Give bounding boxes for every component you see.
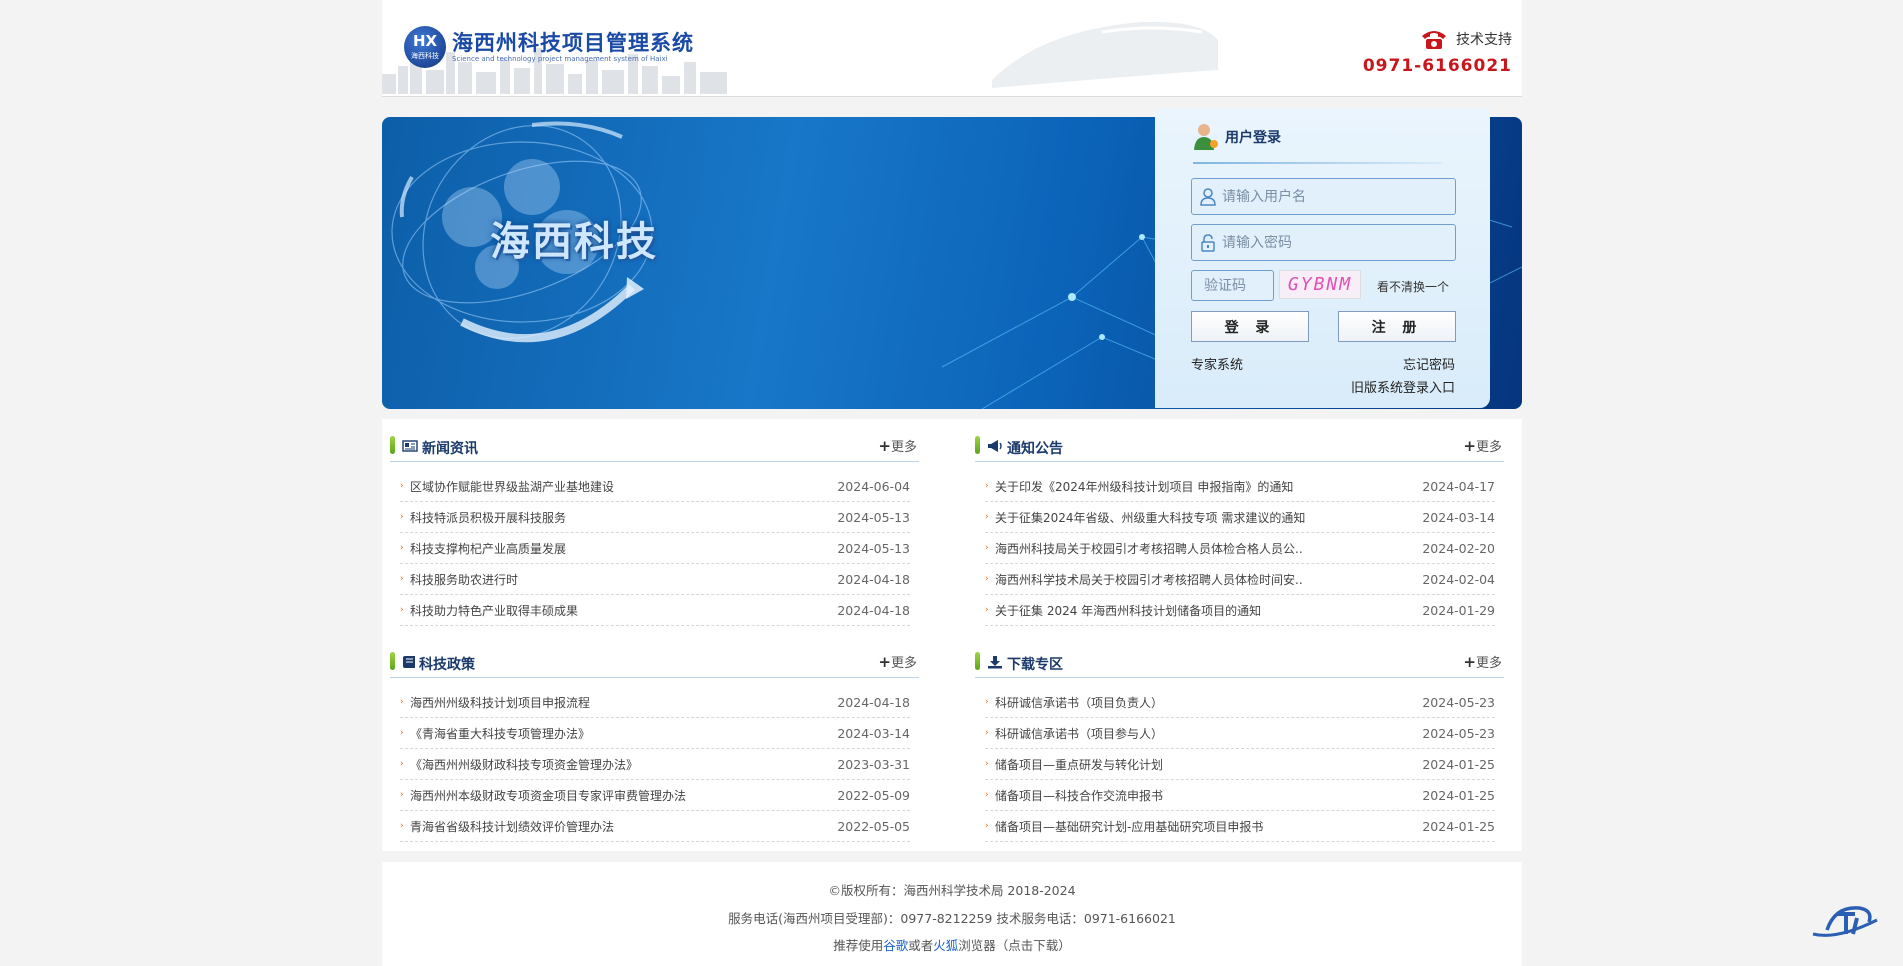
corner-emblem-icon (1812, 906, 1878, 937)
support-label: 技术支持 (1456, 32, 1512, 48)
site-footer: ©版权所有：海西州科学技术局 2018-2024 服务电话(海西州项目受理部)：… (382, 862, 1522, 966)
downloads-list: › 科研诚信承诺书（项目负责人） 2024-05-23 › 科研诚信承诺书（项目参与人… (985, 687, 1495, 842)
support-phone: 0971-6166021 (1362, 56, 1512, 76)
list-item[interactable]: › 区域协作赋能世界级盐湖产业基地建设 2024-06-04 (400, 471, 910, 502)
panel-title: 通知公告 (1007, 441, 1063, 457)
service-phone-text: 服务电话(海西州项目受理部)：0977-8212259 技术服务电话：0971-… (728, 911, 1176, 926)
panel-header: 下载专区 +更多 (975, 648, 1504, 678)
register-button[interactable]: 注 册 (1338, 311, 1456, 342)
policy-list: › 海西州州级科技计划项目申报流程 2024-04-18 › 《青海省重大科技专项管理… (400, 687, 910, 842)
captcha-field[interactable] (1191, 270, 1274, 301)
download-icon (988, 656, 1002, 669)
site-subtitle: Science and technology project managemen… (452, 54, 668, 63)
newspaper-icon (402, 440, 418, 452)
expert-system-link[interactable]: 专家系统 (1191, 354, 1243, 373)
list-item[interactable]: › 科技助力特色产业取得丰硕成果 2024-04-18 (400, 595, 910, 626)
lock-icon (1201, 233, 1215, 252)
login-panel: 用户登录 GYBNM 看不清换一个 登 录 注 册 专家系统 忘记密码 旧版系统… (1155, 108, 1490, 408)
login-title: 用户登录 (1225, 130, 1281, 146)
panel-title: 下载专区 (1007, 657, 1063, 673)
panel-title: 新闻资讯 (422, 441, 478, 457)
more-link-notices[interactable]: +更多 (1463, 436, 1502, 455)
list-item[interactable]: › 关于征集2024年省级、州级重大科技专项 需求建议的通知 2024-03-14 (985, 502, 1495, 533)
list-item[interactable]: › 海西州科技局关于校园引才考核招聘人员体检合格人员公.. 2024-02-20 (985, 533, 1495, 564)
panel-accent-bar (390, 436, 395, 454)
list-item[interactable]: › 储备项目—基础研究计划-应用基础研究项目申报书 2024-01-25 (985, 811, 1495, 842)
list-item[interactable]: › 科技特派员积极开展科技服务 2024-05-13 (400, 502, 910, 533)
password-input[interactable] (1222, 234, 1442, 251)
list-item[interactable]: › 海西州州级科技计划项目申报流程 2024-04-18 (400, 687, 910, 718)
megaphone-icon (988, 440, 1002, 452)
list-item[interactable]: › 科技服务助农进行时 2024-04-18 (400, 564, 910, 595)
login-divider (1193, 162, 1443, 164)
username-input[interactable] (1222, 188, 1442, 205)
panel-accent-bar (975, 652, 980, 670)
content-area: 新闻资讯 +更多 › 区域协作赋能世界级盐湖产业基地建设 2024-06-04 › 科… (382, 419, 1522, 851)
login-button[interactable]: 登 录 (1191, 311, 1309, 342)
panel-accent-bar (390, 652, 395, 670)
list-item[interactable]: › 海西州州本级财政专项资金项目专家评审费管理办法 2022-05-09 (400, 780, 910, 811)
list-item[interactable]: › 科研诚信承诺书（项目负责人） 2024-05-23 (985, 687, 1495, 718)
browser-recommendation: 推荐使用谷歌或者火狐浏览器（点击下载） (833, 938, 1071, 953)
user-avatar-icon (1194, 124, 1218, 150)
site-title: 海西州科技项目管理系统 (452, 29, 694, 55)
list-item[interactable]: › 《海西州州级财政科技专项资金管理办法》 2023-03-31 (400, 749, 910, 780)
firefox-download-link[interactable]: 火狐 (933, 938, 958, 953)
notices-list: › 关于印发《2024年州级科技计划项目 申报指南》的通知 2024-04-17 ›… (985, 471, 1495, 626)
telephone-icon (1422, 31, 1446, 49)
more-link-news[interactable]: +更多 (878, 436, 917, 455)
user-icon (1200, 187, 1216, 206)
book-icon (403, 656, 415, 668)
panel-accent-bar (975, 436, 980, 454)
captcha-image[interactable]: GYBNM (1279, 270, 1361, 299)
list-item[interactable]: › 储备项目—科技合作交流申报书 2024-01-25 (985, 780, 1495, 811)
list-item[interactable]: › 青海省省级科技计划绩效评价管理办法 2022-05-05 (400, 811, 910, 842)
old-system-login-link[interactable]: 旧版系统登录入口 (1351, 377, 1455, 396)
list-item[interactable]: › 科技支撑枸杞产业高质量发展 2024-05-13 (400, 533, 910, 564)
list-item[interactable]: › 《青海省重大科技专项管理办法》 2024-03-14 (400, 718, 910, 749)
browser-download-link[interactable]: 浏览器（点击下载） (958, 938, 1071, 953)
copyright-text: ©版权所有：海西州科学技术局 2018-2024 (828, 883, 1076, 898)
captcha-refresh-link[interactable]: 看不清换一个 (1377, 278, 1449, 295)
list-item[interactable]: › 科研诚信承诺书（项目参与人） 2024-05-23 (985, 718, 1495, 749)
list-item[interactable]: › 海西州科学技术局关于校园引才考核招聘人员体检时间安.. 2024-02-04 (985, 564, 1495, 595)
password-field[interactable] (1191, 224, 1456, 261)
chrome-download-link[interactable]: 谷歌 (883, 938, 908, 953)
list-item[interactable]: › 关于印发《2024年州级科技计划项目 申报指南》的通知 2024-04-17 (985, 471, 1495, 502)
news-list: › 区域协作赋能世界级盐湖产业基地建设 2024-06-04 › 科技特派员积极开展科… (400, 471, 910, 626)
logo-badge: HX 海西科技 (404, 26, 446, 68)
list-item[interactable]: › 关于征集 2024 年海西州科技计划储备项目的通知 2024-01-29 (985, 595, 1495, 626)
tech-support: 技术支持 0971-6166021 (1363, 28, 1512, 76)
banner-title: 海西科技 (490, 218, 658, 265)
forgot-password-link[interactable]: 忘记密码 (1403, 354, 1455, 373)
panel-header: 科技政策 +更多 (390, 648, 919, 678)
username-field[interactable] (1191, 178, 1456, 215)
site-header: HX 海西科技 海西州科技项目管理系统 Science and technolo… (382, 0, 1522, 97)
site-logo[interactable]: HX 海西科技 海西州科技项目管理系统 Science and technolo… (404, 26, 694, 68)
panel-header: 新闻资讯 +更多 (390, 432, 919, 462)
captcha-input[interactable] (1192, 271, 1273, 300)
train-decoration (992, 21, 1218, 88)
panel-title: 科技政策 (419, 657, 475, 673)
more-link-policy[interactable]: +更多 (878, 652, 917, 671)
more-link-downloads[interactable]: +更多 (1463, 652, 1502, 671)
list-item[interactable]: › 储备项目—重点研发与转化计划 2024-01-25 (985, 749, 1495, 780)
panel-header: 通知公告 +更多 (975, 432, 1504, 462)
